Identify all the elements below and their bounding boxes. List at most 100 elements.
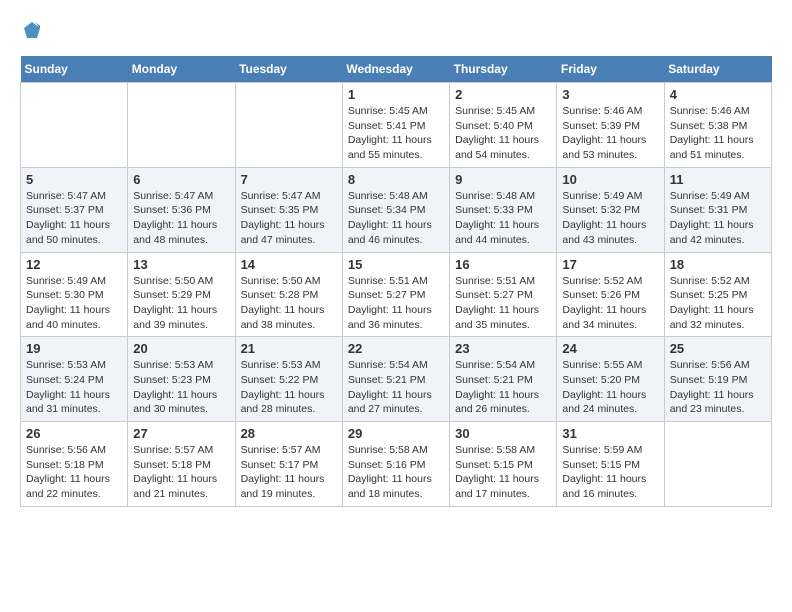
day-number: 8 <box>348 172 444 187</box>
calendar-cell: 23 Sunrise: 5:54 AMSunset: 5:21 PMDayligh… <box>450 337 557 422</box>
calendar-cell: 9 Sunrise: 5:48 AMSunset: 5:33 PMDaylight… <box>450 167 557 252</box>
day-info: Sunrise: 5:53 AMSunset: 5:23 PMDaylight:… <box>133 358 229 417</box>
day-info: Sunrise: 5:56 AMSunset: 5:19 PMDaylight:… <box>670 358 766 417</box>
calendar-cell: 15Sunrise: 5:51 AMSunset: 5:27 PMDayligh… <box>342 252 449 337</box>
day-number: 11 <box>670 172 766 187</box>
day-info: Sunrise: 5:49 AMSunset: 5:32 PMDaylight:… <box>562 189 658 248</box>
calendar-cell: 26Sunrise: 5:56 AMSunset: 5:18 PMDayligh… <box>21 422 128 507</box>
calendar-cell: 2 Sunrise: 5:45 AMSunset: 5:40 PMDaylight… <box>450 83 557 168</box>
header-row: SundayMondayTuesdayWednesdayThursdayFrid… <box>21 56 772 83</box>
calendar-cell: 12 Sunrise: 5:49 AMSunset: 5:30 PMDayligh… <box>21 252 128 337</box>
day-number: 13 <box>133 257 229 272</box>
day-number: 29 <box>348 426 444 441</box>
day-info: Sunrise: 5:58 AMSunset: 5:15 PMDaylight:… <box>455 443 551 502</box>
header-day-thursday: Thursday <box>450 56 557 83</box>
logo <box>20 20 42 40</box>
header-day-wednesday: Wednesday <box>342 56 449 83</box>
day-number: 2 <box>455 87 551 102</box>
day-info: Sunrise: 5:45 AMSunset: 5:41 PMDaylight:… <box>348 104 444 163</box>
day-number: 14 <box>241 257 337 272</box>
day-number: 9 <box>455 172 551 187</box>
logo-icon <box>22 20 42 40</box>
day-info: Sunrise: 5:48 AMSunset: 5:33 PMDaylight:… <box>455 189 551 248</box>
calendar-cell: 21 Sunrise: 5:53 AMSunset: 5:22 PMDayligh… <box>235 337 342 422</box>
day-info: Sunrise: 5:54 AMSunset: 5:21 PMDaylight:… <box>348 358 444 417</box>
calendar-cell: 11 Sunrise: 5:49 AMSunset: 5:31 PMDayligh… <box>664 167 771 252</box>
calendar-cell: 18Sunrise: 5:52 AMSunset: 5:25 PMDayligh… <box>664 252 771 337</box>
calendar-cell: 29Sunrise: 5:58 AMSunset: 5:16 PMDayligh… <box>342 422 449 507</box>
day-info: Sunrise: 5:53 AMSunset: 5:24 PMDaylight:… <box>26 358 122 417</box>
day-info: Sunrise: 5:50 AMSunset: 5:29 PMDaylight:… <box>133 274 229 333</box>
day-number: 1 <box>348 87 444 102</box>
page-header <box>20 20 772 40</box>
calendar-cell: 8Sunrise: 5:48 AMSunset: 5:34 PMDaylight… <box>342 167 449 252</box>
day-number: 24 <box>562 341 658 356</box>
day-number: 10 <box>562 172 658 187</box>
day-info: Sunrise: 5:47 AMSunset: 5:35 PMDaylight:… <box>241 189 337 248</box>
calendar-cell: 17 Sunrise: 5:52 AMSunset: 5:26 PMDayligh… <box>557 252 664 337</box>
day-info: Sunrise: 5:50 AMSunset: 5:28 PMDaylight:… <box>241 274 337 333</box>
week-row-1: 1 Sunrise: 5:45 AMSunset: 5:41 PMDaylight… <box>21 83 772 168</box>
header-day-saturday: Saturday <box>664 56 771 83</box>
header-day-friday: Friday <box>557 56 664 83</box>
day-number: 22 <box>348 341 444 356</box>
day-info: Sunrise: 5:47 AMSunset: 5:36 PMDaylight:… <box>133 189 229 248</box>
calendar-cell <box>21 83 128 168</box>
day-number: 17 <box>562 257 658 272</box>
header-day-sunday: Sunday <box>21 56 128 83</box>
day-number: 23 <box>455 341 551 356</box>
day-info: Sunrise: 5:59 AMSunset: 5:15 PMDaylight:… <box>562 443 658 502</box>
day-info: Sunrise: 5:49 AMSunset: 5:31 PMDaylight:… <box>670 189 766 248</box>
day-number: 28 <box>241 426 337 441</box>
calendar-cell: 4Sunrise: 5:46 AMSunset: 5:38 PMDaylight… <box>664 83 771 168</box>
day-number: 6 <box>133 172 229 187</box>
calendar-cell: 1 Sunrise: 5:45 AMSunset: 5:41 PMDaylight… <box>342 83 449 168</box>
day-info: Sunrise: 5:46 AMSunset: 5:38 PMDaylight:… <box>670 104 766 163</box>
day-number: 20 <box>133 341 229 356</box>
calendar-cell: 25 Sunrise: 5:56 AMSunset: 5:19 PMDayligh… <box>664 337 771 422</box>
calendar-cell: 10 Sunrise: 5:49 AMSunset: 5:32 PMDayligh… <box>557 167 664 252</box>
day-number: 15 <box>348 257 444 272</box>
day-info: Sunrise: 5:57 AMSunset: 5:18 PMDaylight:… <box>133 443 229 502</box>
week-row-2: 5 Sunrise: 5:47 AMSunset: 5:37 PMDaylight… <box>21 167 772 252</box>
day-info: Sunrise: 5:57 AMSunset: 5:17 PMDaylight:… <box>241 443 337 502</box>
day-number: 21 <box>241 341 337 356</box>
day-number: 7 <box>241 172 337 187</box>
calendar-cell: 27 Sunrise: 5:57 AMSunset: 5:18 PMDayligh… <box>128 422 235 507</box>
day-info: Sunrise: 5:53 AMSunset: 5:22 PMDaylight:… <box>241 358 337 417</box>
calendar-cell <box>128 83 235 168</box>
day-info: Sunrise: 5:52 AMSunset: 5:25 PMDaylight:… <box>670 274 766 333</box>
day-number: 27 <box>133 426 229 441</box>
calendar-cell: 6 Sunrise: 5:47 AMSunset: 5:36 PMDaylight… <box>128 167 235 252</box>
day-info: Sunrise: 5:55 AMSunset: 5:20 PMDaylight:… <box>562 358 658 417</box>
header-day-monday: Monday <box>128 56 235 83</box>
calendar-table: SundayMondayTuesdayWednesdayThursdayFrid… <box>20 56 772 507</box>
week-row-5: 26Sunrise: 5:56 AMSunset: 5:18 PMDayligh… <box>21 422 772 507</box>
calendar-cell: 24 Sunrise: 5:55 AMSunset: 5:20 PMDayligh… <box>557 337 664 422</box>
day-number: 5 <box>26 172 122 187</box>
day-info: Sunrise: 5:46 AMSunset: 5:39 PMDaylight:… <box>562 104 658 163</box>
calendar-cell: 5 Sunrise: 5:47 AMSunset: 5:37 PMDaylight… <box>21 167 128 252</box>
week-row-3: 12 Sunrise: 5:49 AMSunset: 5:30 PMDayligh… <box>21 252 772 337</box>
day-number: 16 <box>455 257 551 272</box>
calendar-cell: 22 Sunrise: 5:54 AMSunset: 5:21 PMDayligh… <box>342 337 449 422</box>
day-info: Sunrise: 5:49 AMSunset: 5:30 PMDaylight:… <box>26 274 122 333</box>
calendar-cell: 30Sunrise: 5:58 AMSunset: 5:15 PMDayligh… <box>450 422 557 507</box>
day-info: Sunrise: 5:52 AMSunset: 5:26 PMDaylight:… <box>562 274 658 333</box>
day-number: 26 <box>26 426 122 441</box>
day-info: Sunrise: 5:51 AMSunset: 5:27 PMDaylight:… <box>455 274 551 333</box>
calendar-cell: 31Sunrise: 5:59 AMSunset: 5:15 PMDayligh… <box>557 422 664 507</box>
calendar-cell: 16 Sunrise: 5:51 AMSunset: 5:27 PMDayligh… <box>450 252 557 337</box>
calendar-cell: 13 Sunrise: 5:50 AMSunset: 5:29 PMDayligh… <box>128 252 235 337</box>
calendar-cell <box>235 83 342 168</box>
day-number: 25 <box>670 341 766 356</box>
calendar-cell: 14 Sunrise: 5:50 AMSunset: 5:28 PMDayligh… <box>235 252 342 337</box>
calendar-cell: 20 Sunrise: 5:53 AMSunset: 5:23 PMDayligh… <box>128 337 235 422</box>
day-number: 12 <box>26 257 122 272</box>
day-info: Sunrise: 5:45 AMSunset: 5:40 PMDaylight:… <box>455 104 551 163</box>
day-info: Sunrise: 5:54 AMSunset: 5:21 PMDaylight:… <box>455 358 551 417</box>
calendar-cell: 3Sunrise: 5:46 AMSunset: 5:39 PMDaylight… <box>557 83 664 168</box>
day-info: Sunrise: 5:47 AMSunset: 5:37 PMDaylight:… <box>26 189 122 248</box>
header-day-tuesday: Tuesday <box>235 56 342 83</box>
calendar-cell: 7 Sunrise: 5:47 AMSunset: 5:35 PMDaylight… <box>235 167 342 252</box>
